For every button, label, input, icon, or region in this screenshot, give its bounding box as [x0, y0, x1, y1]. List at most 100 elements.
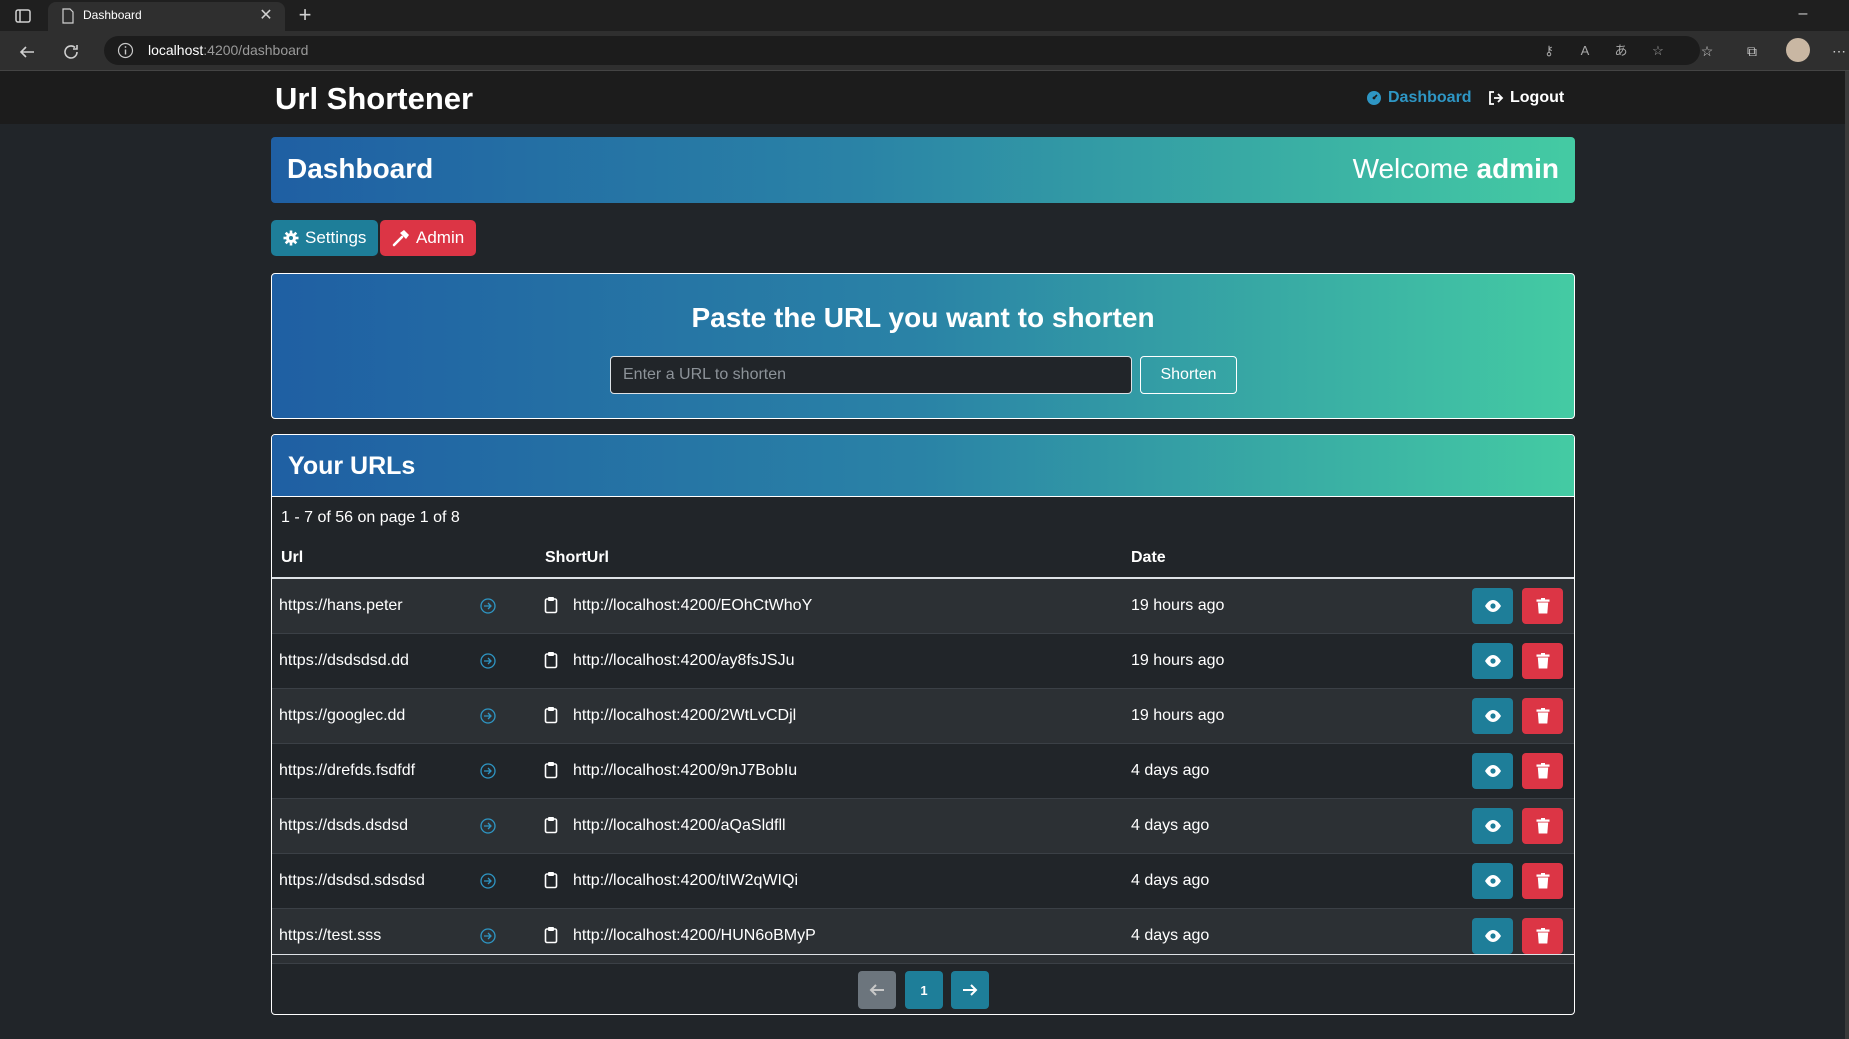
gear-icon — [283, 230, 299, 246]
row-url[interactable]: https://googlec.dd — [279, 707, 405, 725]
delete-button[interactable] — [1522, 808, 1563, 844]
view-button[interactable] — [1472, 753, 1513, 789]
read-aloud-icon[interactable]: A — [1576, 42, 1594, 60]
row-date: 19 hours ago — [1131, 707, 1225, 724]
trash-icon — [1536, 928, 1549, 944]
add-favorite-icon[interactable]: ☆ — [1649, 42, 1667, 60]
delete-button[interactable] — [1522, 753, 1563, 789]
logout-link[interactable]: Logout — [1488, 89, 1564, 107]
table-row: https://dsds.dsdsd http://localhost:4200… — [272, 799, 1574, 854]
new-tab-icon[interactable]: + — [294, 4, 316, 27]
collections-icon[interactable]: ⧉ — [1742, 41, 1762, 61]
open-link-icon[interactable] — [479, 817, 497, 835]
delete-button[interactable] — [1522, 918, 1563, 954]
delete-button[interactable] — [1522, 643, 1563, 679]
view-button[interactable] — [1472, 863, 1513, 899]
translate-icon[interactable]: あ — [1612, 42, 1630, 60]
trash-icon — [1536, 653, 1549, 669]
info-icon[interactable] — [117, 42, 134, 59]
row-url[interactable]: https://hans.peter — [279, 597, 403, 615]
address-bar[interactable]: localhost:4200/dashboard ⚷ A あ ☆ — [104, 36, 1700, 65]
page-number-button[interactable]: 1 — [905, 971, 943, 1009]
nav-dashboard-link[interactable]: Dashboard — [1366, 89, 1472, 107]
shorten-button[interactable]: Shorten — [1140, 356, 1237, 394]
row-date: 4 days ago — [1131, 927, 1210, 944]
tab-close-icon[interactable]: ✕ — [257, 7, 275, 25]
view-button[interactable] — [1472, 918, 1513, 954]
row-url[interactable]: https://test.sss — [279, 927, 381, 945]
open-link-icon[interactable] — [479, 927, 497, 945]
trash-icon — [1536, 763, 1549, 779]
open-link-icon[interactable] — [479, 872, 497, 890]
minimize-icon[interactable]: – — [1794, 6, 1812, 24]
nav-dashboard-label: Dashboard — [1388, 89, 1472, 106]
delete-button[interactable] — [1522, 863, 1563, 899]
welcome-prefix: Welcome — [1352, 153, 1469, 184]
favorites-icon[interactable]: ☆ — [1697, 41, 1717, 61]
browser-toolbar: localhost:4200/dashboard ⚷ A あ ☆ ☆ ⧉ ⋯ — [0, 31, 1849, 71]
row-date: 4 days ago — [1131, 817, 1210, 834]
browser-tab[interactable]: Dashboard ✕ — [48, 2, 285, 31]
row-short-url[interactable]: http://localhost:4200/aQaSldfll — [573, 817, 786, 835]
view-button[interactable] — [1472, 808, 1513, 844]
key-icon[interactable]: ⚷ — [1540, 42, 1558, 60]
url-input[interactable] — [610, 356, 1132, 394]
row-url[interactable]: https://dsdsd.sdsdsd — [279, 872, 425, 890]
clipboard-icon[interactable] — [544, 596, 558, 614]
clipboard-icon[interactable] — [544, 926, 558, 944]
reload-icon[interactable] — [61, 42, 81, 62]
column-header-shorturl[interactable]: ShortUrl — [545, 549, 609, 567]
table-row: https://drefds.fsdfdf http://localhost:4… — [272, 744, 1574, 799]
row-url[interactable]: https://drefds.fsdfdf — [279, 762, 415, 780]
next-page-button[interactable] — [951, 971, 989, 1009]
settings-button[interactable]: Settings — [271, 220, 379, 256]
open-link-icon[interactable] — [479, 652, 497, 670]
arrow-right-icon — [963, 984, 978, 996]
hammer-icon — [392, 230, 409, 247]
eye-icon — [1484, 875, 1501, 887]
eye-icon — [1484, 710, 1501, 722]
open-link-icon[interactable] — [479, 707, 497, 725]
row-short-url[interactable]: http://localhost:4200/EOhCtWhoY — [573, 597, 812, 615]
open-link-icon[interactable] — [479, 597, 497, 615]
delete-button[interactable] — [1522, 698, 1563, 734]
row-url[interactable]: https://dsdsdsd.dd — [279, 652, 409, 670]
clipboard-icon[interactable] — [544, 871, 558, 889]
profile-avatar[interactable] — [1786, 38, 1810, 62]
column-header-date[interactable]: Date — [1131, 549, 1166, 567]
clipboard-icon[interactable] — [544, 651, 558, 669]
page-scrollbar[interactable] — [1845, 71, 1849, 1039]
clipboard-icon[interactable] — [544, 816, 558, 834]
column-header-url[interactable]: Url — [281, 549, 303, 567]
row-short-url[interactable]: http://localhost:4200/HUN6oBMyP — [573, 927, 816, 945]
address-host: localhost — [148, 42, 204, 58]
pagination-divider — [272, 954, 1574, 955]
trash-icon — [1536, 598, 1549, 614]
row-url[interactable]: https://dsds.dsdsd — [279, 817, 408, 835]
clipboard-icon[interactable] — [544, 706, 558, 724]
dashboard-banner: Dashboard Welcome admin — [271, 137, 1575, 203]
view-button[interactable] — [1472, 588, 1513, 624]
arrow-left-icon — [869, 984, 884, 996]
tab-actions-icon[interactable] — [14, 7, 32, 25]
row-short-url[interactable]: http://localhost:4200/ay8fsJSJu — [573, 652, 794, 670]
row-date: 4 days ago — [1131, 872, 1210, 889]
admin-button[interactable]: Admin — [380, 220, 477, 256]
previous-page-button[interactable] — [858, 971, 896, 1009]
row-short-url[interactable]: http://localhost:4200/9nJ7BobIu — [573, 762, 797, 780]
clipboard-icon[interactable] — [544, 761, 558, 779]
row-date: 19 hours ago — [1131, 597, 1225, 614]
more-icon[interactable]: ⋯ — [1829, 41, 1849, 61]
urls-card-header: Your URLs — [272, 435, 1574, 497]
page-icon — [62, 8, 74, 24]
browser-tab-bar: Dashboard ✕ + – — [0, 0, 1849, 31]
brand-title[interactable]: Url Shortener — [275, 81, 473, 117]
row-short-url[interactable]: http://localhost:4200/2WtLvCDjl — [573, 707, 796, 725]
view-button[interactable] — [1472, 698, 1513, 734]
eye-icon — [1484, 930, 1501, 942]
open-link-icon[interactable] — [479, 762, 497, 780]
delete-button[interactable] — [1522, 588, 1563, 624]
back-icon[interactable] — [17, 42, 37, 62]
view-button[interactable] — [1472, 643, 1513, 679]
row-short-url[interactable]: http://localhost:4200/tIW2qWIQi — [573, 872, 798, 890]
